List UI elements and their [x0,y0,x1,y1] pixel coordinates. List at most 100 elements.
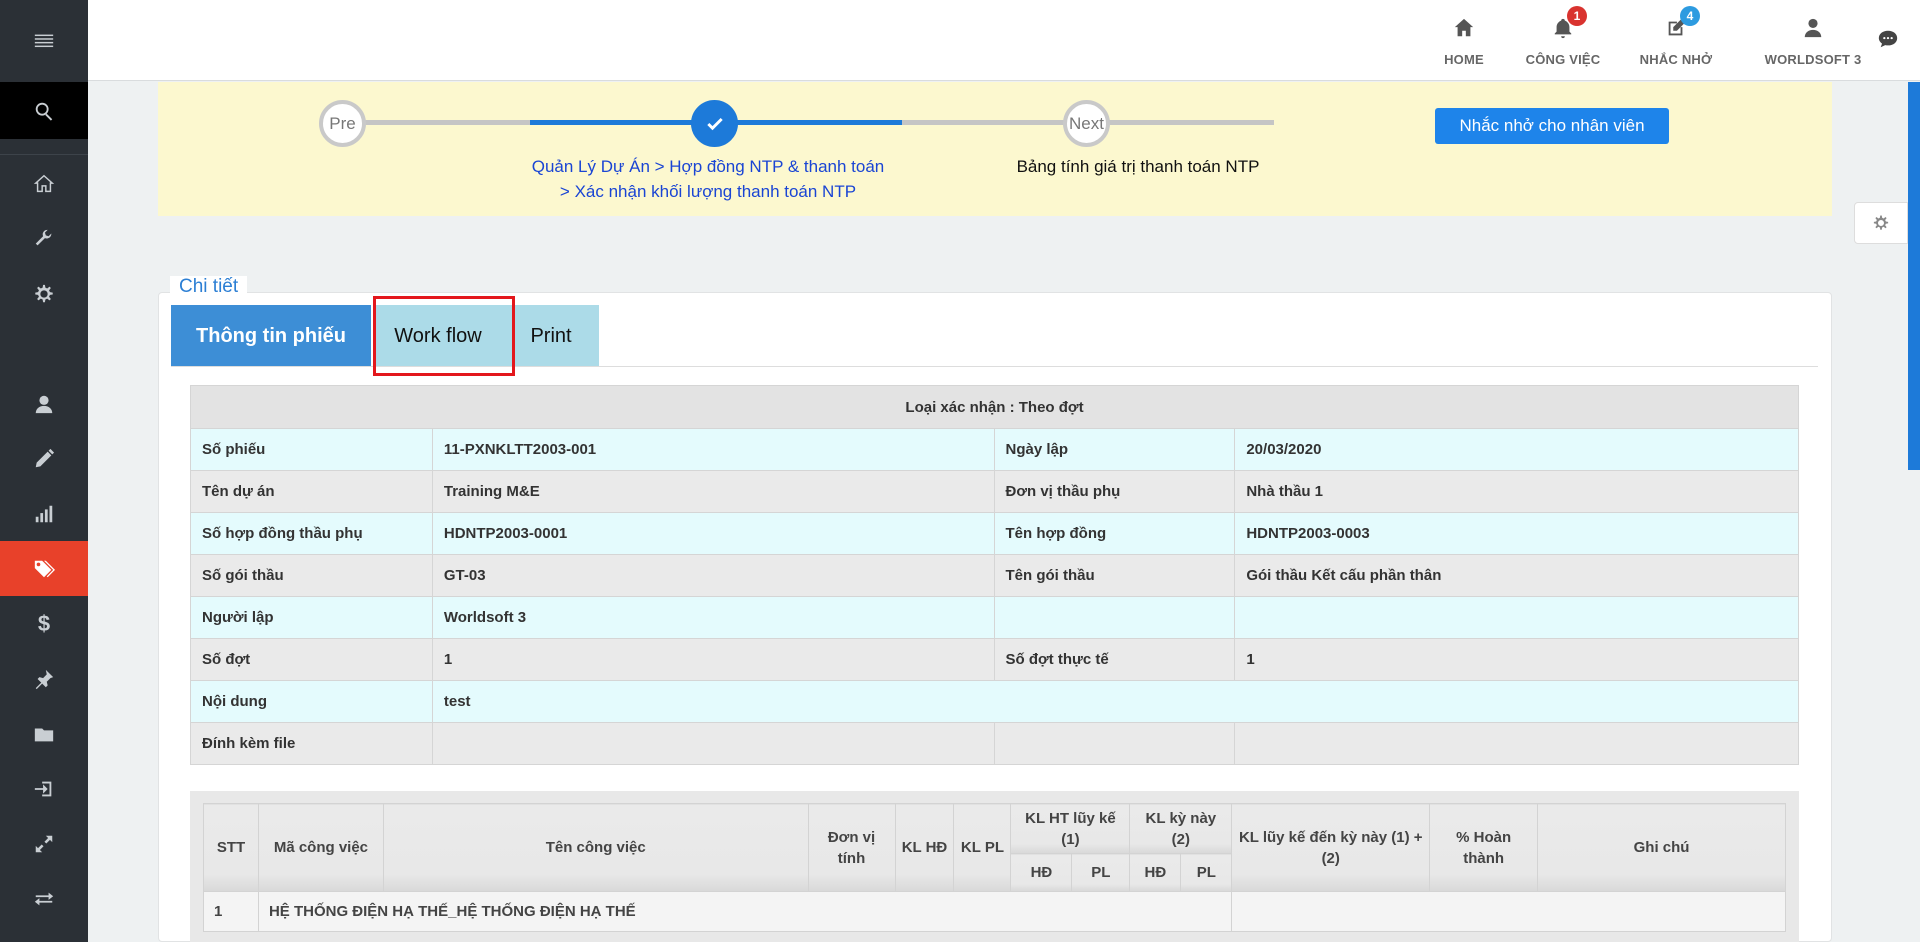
panel-legend: Chi tiết [170,276,248,298]
label-cell: Đính kèm file [190,722,433,765]
user-icon[interactable] [0,376,88,431]
user-icon [1804,18,1822,38]
sidebar-divider [0,154,88,155]
dollar-icon[interactable]: $ [0,596,88,651]
value-cell: Nhà thầu 1 [1234,470,1799,513]
label-cell [993,596,1236,639]
label-cell: Số đợt thực tế [993,638,1236,681]
sidebar: $ [0,0,88,942]
pin-icon[interactable] [0,651,88,706]
value-cell: 20/03/2020 [1234,428,1799,471]
remind-staff-button[interactable]: i Nhắc nhở cho nhân viên [1435,108,1669,509]
nav-cong-viec-label: CÔNG VIỆC [1525,52,1601,67]
col-unit: Đơn vị tính [807,803,896,892]
row-group-name: HỆ THỐNG ĐIỆN HẠ THẾ_HỆ THỐNG ĐIỆN HẠ TH… [257,891,1233,932]
nav-nhac-nho-label: NHẮC NHỞ [1639,52,1713,67]
folder-icon[interactable] [0,706,88,761]
gear-icon[interactable] [0,266,88,321]
value-cell: HDNTP2003-0003 [1234,512,1799,555]
col-stt: STT [203,803,259,892]
nav-user-label: WORLDSOFT 3 [1764,52,1862,67]
search-icon[interactable] [0,82,88,139]
chat-icon[interactable] [1876,28,1900,50]
value-cell: GT-03 [431,554,995,597]
value-cell: test [431,680,1800,723]
label-cell: Tên hợp đồng [993,512,1236,555]
col-code: Mã công việc [257,803,384,892]
scrollbar[interactable] [1908,82,1920,470]
label-cell: Ngày lập [993,428,1236,471]
label-cell: Đơn vị thầu phụ [993,470,1236,513]
empty-cell [1231,891,1786,932]
info-table: Loại xác nhận : Theo đợt Số phiếu 11-PXNK… [190,385,1800,765]
dollar-glyph: $ [37,610,51,636]
col-ky-pl: PL [1180,853,1233,892]
col-ky-hd: HĐ [1129,853,1182,892]
table-row: Đính kèm file [190,722,1799,765]
wizard-next-step[interactable]: Next [1063,100,1110,147]
value-cell: Worldsoft 3 [431,596,995,639]
empty-cell [993,722,1236,765]
expand-icon[interactable] [0,816,88,871]
nav-cong-viec[interactable]: 1 CÔNG VIỆC [1508,6,1618,67]
work-table-wrap: STT Mã công việc Tên công việc Đơn vị tí… [190,791,1799,942]
nav-nhac-nho[interactable]: 4 NHẮC NHỞ [1626,6,1726,67]
col-kl-ht: KL HT lũy kế (1) [1010,803,1131,854]
table-row: Số hợp đồng thầu phụ HDNTP2003-0001 Tên h… [190,512,1799,555]
label-cell: Nội dung [190,680,433,723]
workflow-wizard: Pre Next Quản Lý Dự Án > Hợp đồng NTP & … [158,82,1832,509]
label-cell: Người lập [190,596,433,639]
value-cell: HDNTP2003-0001 [431,512,995,555]
pencil-icon[interactable] [0,431,88,486]
table-row: Số đợt 1 Số đợt thực tế 1 [190,638,1799,681]
nav-home[interactable]: HOME [1424,14,1504,67]
label-cell: Tên gói thầu [993,554,1236,597]
nav-user[interactable]: WORLDSOFT 3 [1738,14,1888,67]
label-cell: Số hợp đồng thầu phụ [190,512,433,555]
home-icon [1454,18,1474,37]
wizard-current-step [691,100,738,147]
attach-cell[interactable] [431,722,995,765]
wrench-icon[interactable] [0,211,88,266]
label-cell: Số phiếu [190,428,433,471]
table-row: Số phiếu 11-PXNKLTT2003-001 Ngày lập 20/03… [190,428,1799,471]
check-icon [706,117,723,130]
col-kl-luy: KL lũy kế đến kỳ này (1) + (2) [1231,803,1431,892]
home-icon[interactable] [0,156,88,211]
table-row: 1 HỆ THỐNG ĐIỆN HẠ THẾ_HỆ THỐNG ĐIỆN HẠ … [203,891,1786,932]
notification-badge: 1 [1567,6,1587,26]
col-ht-pl: PL [1071,853,1131,892]
col-ht-hd: HĐ [1010,853,1073,892]
wizard-current-line1: Quản Lý Dự Án > Hợp đồng NTP & thanh toá… [531,157,885,176]
wizard-current-line2: > Xác nhận khối lượng thanh toán NTP [559,182,857,201]
tab-thong-tin-phieu[interactable]: Thông tin phiếu [171,305,371,367]
value-cell: Gói thầu Kết cấu phần thân [1234,554,1799,597]
top-header: HOME 1 CÔNG VIỆC 4 NHẮC NHỞ WORLDSOFT 3 [88,0,1920,81]
col-kl-ky: KL kỳ này (2) [1129,803,1233,854]
value-cell: Training M&E [431,470,995,513]
wizard-pre-step[interactable]: Pre [319,100,366,147]
table-row: Nội dung test [190,680,1800,723]
value-cell: 1 [431,638,995,681]
row-stt: 1 [203,891,259,932]
confirm-type: Loại xác nhận : Theo đợt [190,385,1799,429]
wizard-current-label: Quản Lý Dự Án > Hợp đồng NTP & thanh toá… [498,154,918,204]
work-table: STT Mã công việc Tên công việc Đơn vị tí… [203,803,1786,932]
exchange-icon[interactable] [0,871,88,926]
menu-icon[interactable] [0,0,88,82]
label-cell: Số gói thầu [190,554,433,597]
sign-in-icon[interactable] [0,761,88,816]
settings-gear-button[interactable] [1854,202,1908,244]
remind-staff-label: Nhắc nhở cho nhân viên [1459,116,1645,135]
empty-cell [1234,722,1799,765]
tab-print[interactable]: Print [503,305,599,367]
value-cell: 11-PXNKLTT2003-001 [431,428,995,471]
nav-home-label: HOME [1444,52,1484,67]
bar-chart-icon[interactable] [0,486,88,541]
wizard-line-pre [344,120,530,125]
reminder-badge: 4 [1680,6,1700,26]
label-cell: Số đợt [190,638,433,681]
tags-icon[interactable] [0,541,88,596]
value-cell: 1 [1234,638,1799,681]
col-note: Ghi chú [1537,803,1786,892]
